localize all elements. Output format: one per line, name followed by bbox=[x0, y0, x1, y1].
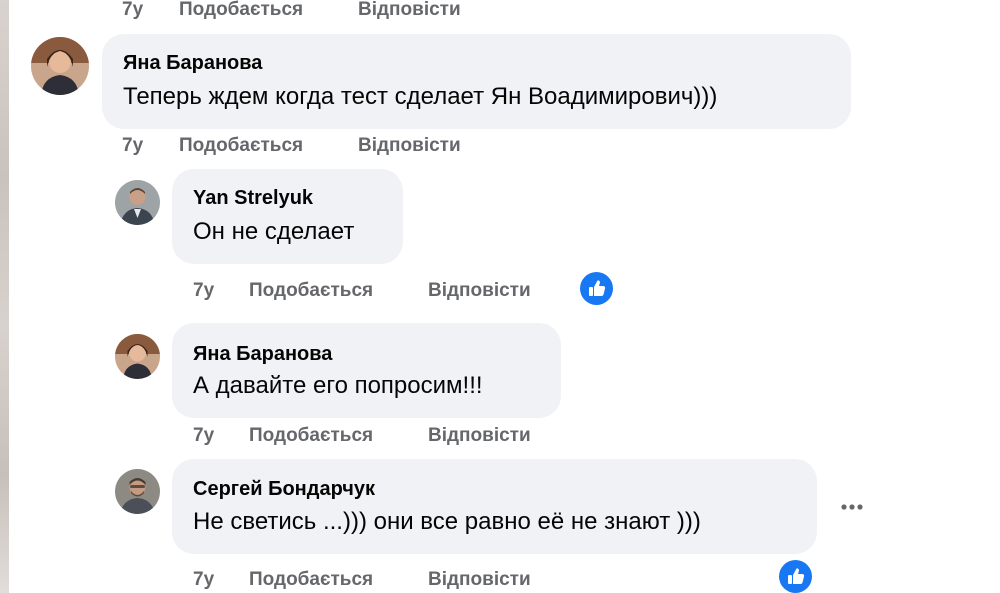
comment-author[interactable]: Яна Баранова bbox=[193, 342, 332, 366]
avatar-image bbox=[115, 180, 160, 225]
like-link[interactable]: Подобається bbox=[179, 134, 303, 158]
comment-actions: 7y Подобається Відповісти bbox=[0, 134, 600, 158]
comment-bubble: Yan Strelyuk Он не сделает bbox=[172, 169, 403, 264]
comment-text: Теперь ждем когда тест сделает Ян Воадим… bbox=[123, 83, 718, 110]
comment-text: Не светись ...))) они все равно её не зн… bbox=[193, 508, 701, 535]
comment-time[interactable]: 7y bbox=[193, 424, 214, 448]
comment-actions: 7y Подобається Відповісти bbox=[0, 279, 600, 303]
avatar-image bbox=[115, 469, 160, 514]
more-dots-icon[interactable] bbox=[838, 498, 866, 516]
thumbs-up-icon[interactable] bbox=[580, 272, 613, 305]
comment-bubble: Яна Баранова Теперь ждем когда тест сдел… bbox=[102, 34, 851, 129]
like-link[interactable]: Подобається bbox=[179, 0, 303, 22]
comment-time[interactable]: 7y bbox=[122, 134, 143, 158]
comment-author[interactable]: Яна Баранова bbox=[123, 51, 262, 75]
like-link[interactable]: Подобається bbox=[249, 279, 373, 303]
reply-link[interactable]: Відповісти bbox=[428, 279, 531, 303]
comment-bubble: Яна Баранова А давайте его попросим!!! bbox=[172, 323, 561, 418]
like-link[interactable]: Подобається bbox=[249, 424, 373, 448]
comment-time[interactable]: 7y bbox=[122, 0, 143, 22]
comment-text: Он не сделает bbox=[193, 218, 355, 245]
comment-actions: 7y Подобається Відповісти bbox=[0, 424, 600, 448]
thumbs-up-icon[interactable] bbox=[779, 560, 812, 593]
comment-text: А давайте его попросим!!! bbox=[193, 372, 483, 399]
comment-time[interactable]: 7y bbox=[193, 568, 214, 592]
like-link[interactable]: Подобається bbox=[249, 568, 373, 592]
comment-author[interactable]: Сергей Бондарчук bbox=[193, 477, 375, 501]
comment-actions: 7y Подобається Відповісти bbox=[0, 568, 600, 592]
avatar[interactable] bbox=[115, 180, 160, 225]
avatar-image bbox=[31, 37, 89, 95]
avatar[interactable] bbox=[31, 37, 89, 95]
comment-author[interactable]: Yan Strelyuk bbox=[193, 186, 313, 210]
reply-link[interactable]: Відповісти bbox=[428, 424, 531, 448]
reply-link[interactable]: Відповісти bbox=[358, 0, 461, 22]
avatar[interactable] bbox=[115, 469, 160, 514]
comment-actions-top: 7y Подобається Відповісти bbox=[0, 0, 600, 22]
reply-link[interactable]: Відповісти bbox=[358, 134, 461, 158]
reply-link[interactable]: Відповісти bbox=[428, 568, 531, 592]
avatar[interactable] bbox=[115, 334, 160, 379]
comment-time[interactable]: 7y bbox=[193, 279, 214, 303]
comment-bubble: Сергей Бондарчук Не светись ...))) они в… bbox=[172, 459, 817, 554]
avatar-image bbox=[115, 334, 160, 379]
